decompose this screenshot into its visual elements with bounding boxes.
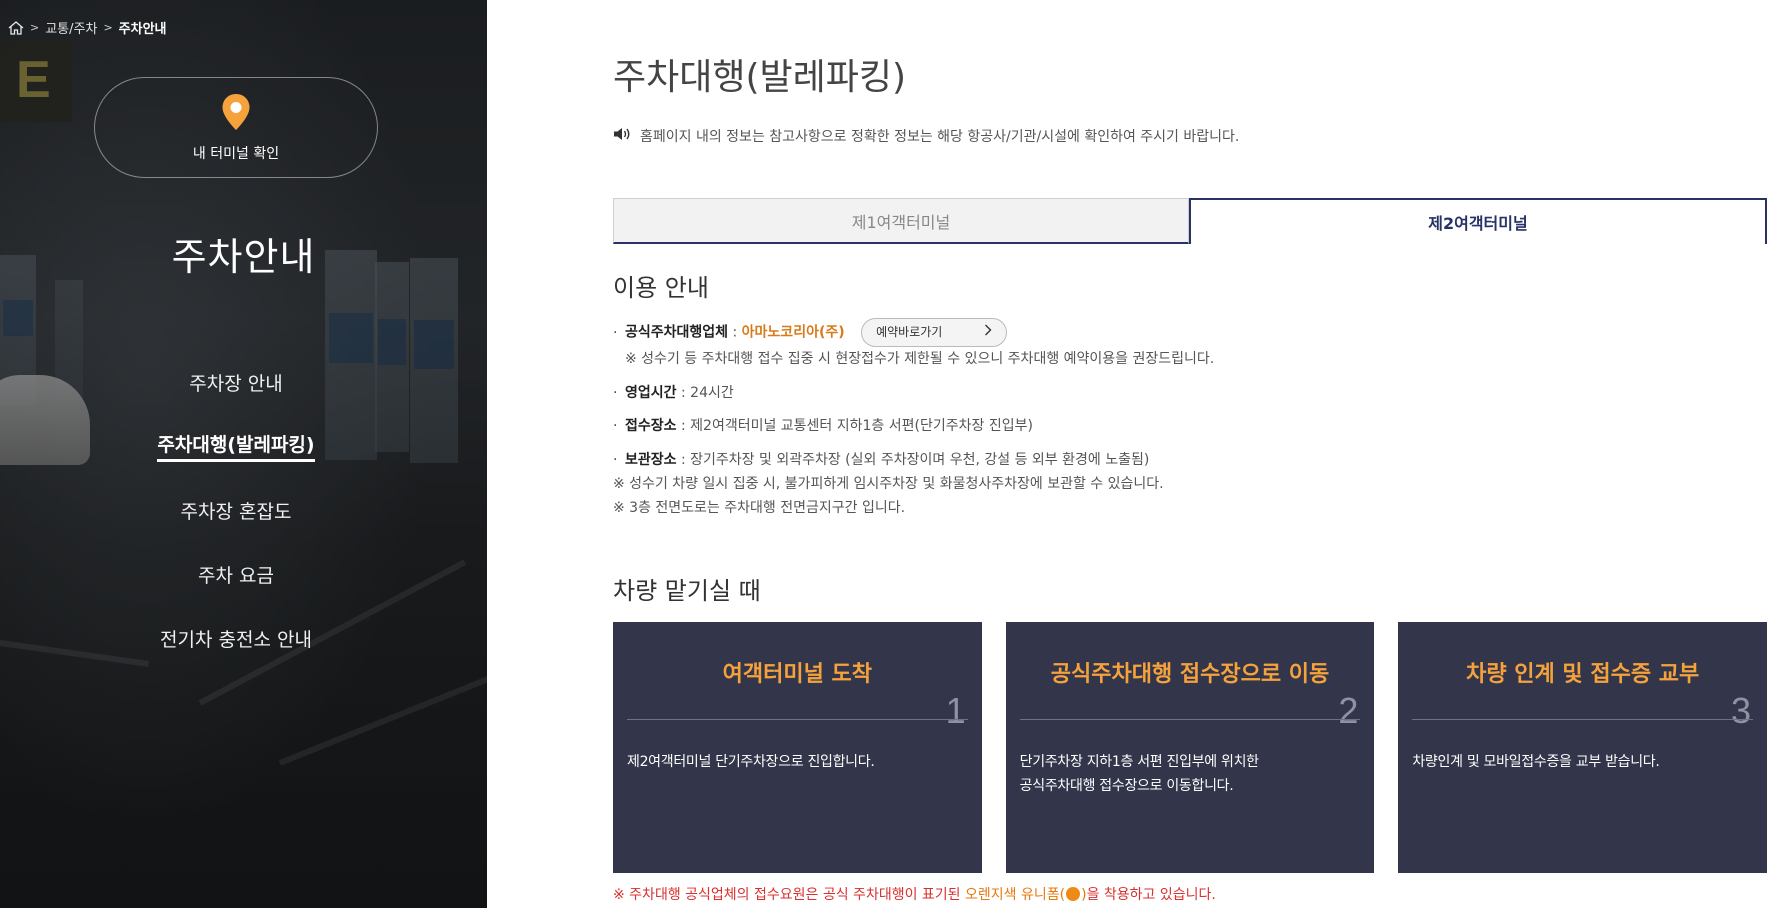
- storage-note-2: ※ 3층 전면도로는 주차대행 전면금지구간 입니다.: [613, 500, 906, 516]
- tab-terminal-1[interactable]: 제1여객터미널: [613, 198, 1189, 244]
- step-description: 차량인계 및 모바일접수증을 교부 받습니다.: [1412, 754, 1660, 770]
- notice: 홈페이지 내의 정보는 참고사항으로 정확한 정보는 해당 항공사/기관/시설에…: [613, 126, 1239, 146]
- step-number: 1: [945, 690, 966, 731]
- breadcrumb-item-current: 주차안내: [118, 22, 167, 37]
- step-number: 3: [1730, 690, 1752, 731]
- reception-label: 접수장소: [625, 418, 677, 434]
- tab-terminal-2[interactable]: 제2여객터미널: [1189, 198, 1767, 244]
- step-description: 제2여객터미널 단기주차장으로 진입합니다.: [627, 754, 875, 770]
- step-card: 차량 인계 및 접수증 교부 3 차량인계 및 모바일접수증을 교부 받습니다.: [1398, 622, 1768, 873]
- sidebar-item-label: 주차장 혼잡도: [180, 500, 292, 523]
- speaker-icon: [613, 127, 631, 145]
- home-icon[interactable]: [8, 20, 24, 35]
- sidebar-item-label: 주차 요금: [198, 564, 274, 587]
- sidebar-item-label: 주차장 안내: [189, 372, 283, 395]
- uniform-notice-highlight: 오렌지색 유니폼(: [965, 887, 1066, 903]
- usage-section-title: 이용 안내: [613, 274, 709, 302]
- info-vendor: · 공식주차대행업체 : 아마노코리아(주) 예약바로가기: [613, 318, 1008, 347]
- location-pin-icon: [221, 93, 251, 135]
- step-divider: [1019, 719, 1361, 720]
- info-hours: · 영업시간 : 24시간: [613, 385, 734, 401]
- page-title: 주차대행(발레파킹): [613, 57, 907, 98]
- reservation-button-label: 예약바로가기: [876, 324, 943, 339]
- uniform-notice: ※ 주차대행 공식업체의 접수요원은 공식 주차대행이 표기된 오렌지색 유니폼…: [613, 884, 1216, 904]
- vendor-name: 아마노코리아(주): [741, 324, 845, 341]
- breadcrumb-separator: >: [30, 21, 40, 34]
- reception-value: 제2여객터미널 교통센터 지하1층 서편(단기주차장 진입부): [690, 418, 1033, 434]
- my-terminal-button[interactable]: 내 터미널 확인: [94, 77, 378, 178]
- hours-label: 영업시간: [625, 385, 677, 401]
- hours-value: 24시간: [690, 385, 734, 401]
- info-reception: · 접수장소 : 제2여객터미널 교통센터 지하1층 서편(단기주차장 진입부): [613, 418, 1033, 434]
- notice-text: 홈페이지 내의 정보는 참고사항으로 정확한 정보는 해당 항공사/기관/시설에…: [640, 129, 1240, 145]
- sidebar-title: 주차안내: [171, 235, 316, 279]
- sidebar: E > 교통/주차 > 주차안내 내 터미널 확인 주차안내 주차장 안내 주차…: [0, 0, 487, 908]
- uniform-notice-suffix: 을 착용하고 있습니다.: [1086, 887, 1216, 903]
- sidebar-item-label: 전기차 충전소 안내: [160, 628, 312, 651]
- sidebar-item-label: 주차대행(발레파킹): [157, 430, 315, 462]
- reservation-button[interactable]: 예약바로가기: [861, 318, 1008, 347]
- sidebar-item-ev-charging[interactable]: 전기차 충전소 안내: [0, 606, 472, 670]
- info-storage: · 보관장소 : 장기주차장 및 외곽주차장 (실외 주차장이며 우천, 강설 등…: [613, 452, 1150, 468]
- sidebar-menu: 주차장 안내 주차대행(발레파킹) 주차장 혼잡도 주차 요금 전기차 충전소 …: [0, 350, 472, 670]
- main-content: 주차대행(발레파킹) 홈페이지 내의 정보는 참고사항으로 정확한 정보는 해당…: [613, 0, 1768, 908]
- chevron-right-icon: [984, 324, 992, 341]
- storage-note-1: ※ 성수기 차량 일시 집중 시, 불가피하게 임시주차장 및 화물청사주차장에…: [613, 476, 1164, 492]
- step-description: 단기주차장 지하1층 서편 진입부에 위치한 공식주차대행 접수장으로 이동합니…: [1019, 754, 1259, 794]
- step-title: 차량 인계 및 접수증 교부: [1466, 662, 1700, 687]
- storage-value: 장기주차장 및 외곽주차장 (실외 주차장이며 우천, 강설 등 외부 환경에 …: [690, 452, 1150, 468]
- sidebar-item-parking-congestion[interactable]: 주차장 혼잡도: [0, 478, 472, 542]
- my-terminal-label: 내 터미널 확인: [192, 145, 280, 162]
- step-divider: [627, 719, 968, 720]
- step-title: 여객터미널 도착: [722, 662, 872, 687]
- step-divider: [1412, 719, 1754, 720]
- vendor-label: 공식주차대행업체: [625, 324, 729, 341]
- step-card: 여객터미널 도착 1 제2여객터미널 단기주차장으로 진입합니다.: [613, 622, 982, 873]
- sidebar-item-parking-fee[interactable]: 주차 요금: [0, 542, 472, 606]
- orange-dot-icon: [1066, 887, 1081, 901]
- breadcrumb-item-transport[interactable]: 교통/주차: [45, 18, 97, 37]
- terminal-tabs: 제1여객터미널 제2여객터미널: [613, 198, 1767, 244]
- uniform-notice-prefix: ※ 주차대행 공식업체의 접수요원은 공식 주차대행이 표기된: [613, 887, 966, 903]
- breadcrumb-separator: >: [103, 21, 113, 34]
- step-title: 공식주차대행 접수장으로 이동: [1050, 662, 1330, 687]
- dropoff-steps: 여객터미널 도착 1 제2여객터미널 단기주차장으로 진입합니다. 공식주차대행…: [613, 622, 1768, 873]
- sidebar-item-parking-info[interactable]: 주차장 안내: [0, 350, 472, 414]
- breadcrumb: > 교통/주차 > 주차안내: [8, 18, 167, 37]
- sidebar-item-valet-parking[interactable]: 주차대행(발레파킹): [0, 414, 472, 478]
- step-card: 공식주차대행 접수장으로 이동 2 단기주차장 지하1층 서편 진입부에 위치한…: [1005, 622, 1375, 873]
- storage-label: 보관장소: [625, 452, 677, 468]
- dropoff-section-title: 차량 맡기실 때: [613, 577, 761, 605]
- step-number: 2: [1338, 690, 1359, 731]
- vendor-note: ※ 성수기 등 주차대행 접수 집중 시 현장접수가 제한될 수 있으니 주차대…: [625, 351, 1215, 367]
